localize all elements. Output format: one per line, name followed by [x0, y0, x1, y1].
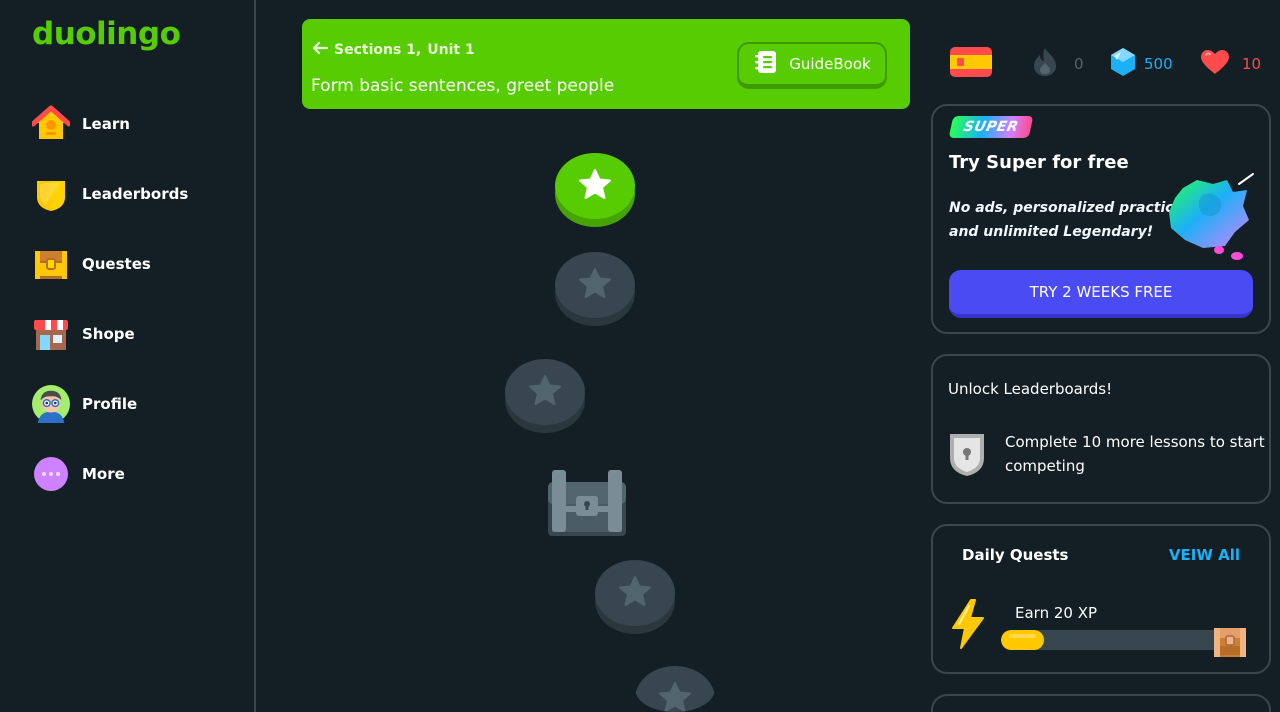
- sidebar-item-label: Learn: [82, 115, 130, 133]
- gem-icon: [1110, 47, 1136, 81]
- sidebar-item-label: More: [82, 465, 125, 483]
- unit-header: Sections 1, Unit 1 Form basic sentences,…: [302, 19, 910, 109]
- hearts-count: 10: [1242, 55, 1262, 73]
- star-icon: [528, 374, 562, 410]
- leaderboard-card: Unlock Leaderboards! Complete 10 more le…: [931, 354, 1271, 504]
- gems-count: 500: [1144, 55, 1173, 73]
- sidebar-item-learn[interactable]: Learn: [32, 102, 130, 146]
- more-dots-icon: [32, 455, 70, 493]
- lesson-node-locked[interactable]: [635, 666, 715, 712]
- stats-bar: 0 500 10: [950, 46, 1270, 82]
- star-icon: [578, 168, 612, 204]
- flame-icon: [1032, 47, 1058, 81]
- treasure-chest-icon: [32, 245, 70, 283]
- section-label: Sections 1,: [334, 42, 422, 58]
- sidebar: duolingo Learn Leaderbords Questes Shope…: [0, 0, 256, 712]
- gems-counter[interactable]: 500: [1110, 46, 1173, 82]
- next-card: [931, 694, 1271, 712]
- avatar-icon: [32, 385, 70, 423]
- lesson-node-locked[interactable]: [505, 359, 585, 433]
- super-card: SUPER Try Super for free No ads, persona…: [931, 104, 1271, 334]
- leaderboard-text: Complete 10 more lessons to start compet…: [1005, 433, 1265, 475]
- view-all-link[interactable]: VEIW All: [1169, 546, 1240, 564]
- try-super-button[interactable]: TRY 2 WEEKS FREE: [949, 270, 1253, 318]
- sidebar-item-label: Shope: [82, 325, 135, 343]
- sidebar-item-label: Leaderbords: [82, 185, 189, 203]
- lightning-bolt-icon: [947, 598, 987, 654]
- treasure-chest-node[interactable]: [546, 468, 628, 542]
- sidebar-item-more[interactable]: More: [32, 452, 125, 496]
- star-icon: [618, 575, 652, 611]
- shop-icon: [32, 315, 70, 353]
- locked-shield-icon: [946, 430, 988, 482]
- arrow-left-icon: [312, 41, 329, 59]
- sidebar-item-quests[interactable]: Questes: [32, 242, 151, 286]
- unit-title: Form basic sentences, greet people: [311, 76, 615, 96]
- guidebook-label: GuideBook: [789, 55, 871, 73]
- super-title: Try Super for free: [949, 152, 1129, 173]
- heart-icon: [1200, 49, 1230, 79]
- star-icon: [578, 267, 612, 303]
- sidebar-item-shop[interactable]: Shope: [32, 312, 135, 356]
- locked-chest-icon: [546, 470, 628, 542]
- unit-label: Unit 1: [427, 42, 475, 58]
- leaderboard-title: Unlock Leaderboards!: [948, 380, 1113, 398]
- sidebar-item-label: Profile: [82, 395, 138, 413]
- streak-count: 0: [1074, 55, 1084, 73]
- guidebook-button[interactable]: GuideBook: [737, 42, 887, 89]
- unit-breadcrumb[interactable]: Sections 1, Unit 1: [312, 41, 475, 59]
- shield-icon: [32, 175, 70, 213]
- sidebar-item-profile[interactable]: Profile: [32, 382, 137, 426]
- star-icon: [658, 681, 692, 712]
- sidebar-item-leaderboards[interactable]: Leaderbords: [32, 172, 188, 216]
- spain-flag-icon: [950, 46, 992, 82]
- streak-counter[interactable]: 0: [1032, 46, 1084, 82]
- reward-chest-icon: [1213, 626, 1247, 662]
- super-badge: SUPER: [948, 116, 1034, 138]
- daily-quests-card: Daily Quests VEIW All Earn 20 XP: [931, 524, 1271, 674]
- duolingo-logo[interactable]: duolingo: [32, 16, 181, 52]
- lesson-node-active[interactable]: [555, 153, 635, 227]
- sidebar-item-label: Questes: [82, 255, 151, 273]
- duo-mascot-icon: [1161, 172, 1255, 272]
- quest-progress-bar: [1001, 630, 1225, 650]
- language-flag-button[interactable]: [950, 46, 992, 82]
- notebook-icon: [753, 49, 779, 79]
- lesson-node-locked[interactable]: [595, 560, 675, 634]
- lesson-node-locked[interactable]: [555, 252, 635, 326]
- hearts-counter[interactable]: 10: [1200, 46, 1261, 82]
- quests-title: Daily Quests: [962, 546, 1069, 564]
- quest-progress-fill: [1001, 630, 1044, 650]
- quest-label: Earn 20 XP: [1015, 604, 1098, 622]
- house-icon: [32, 105, 70, 143]
